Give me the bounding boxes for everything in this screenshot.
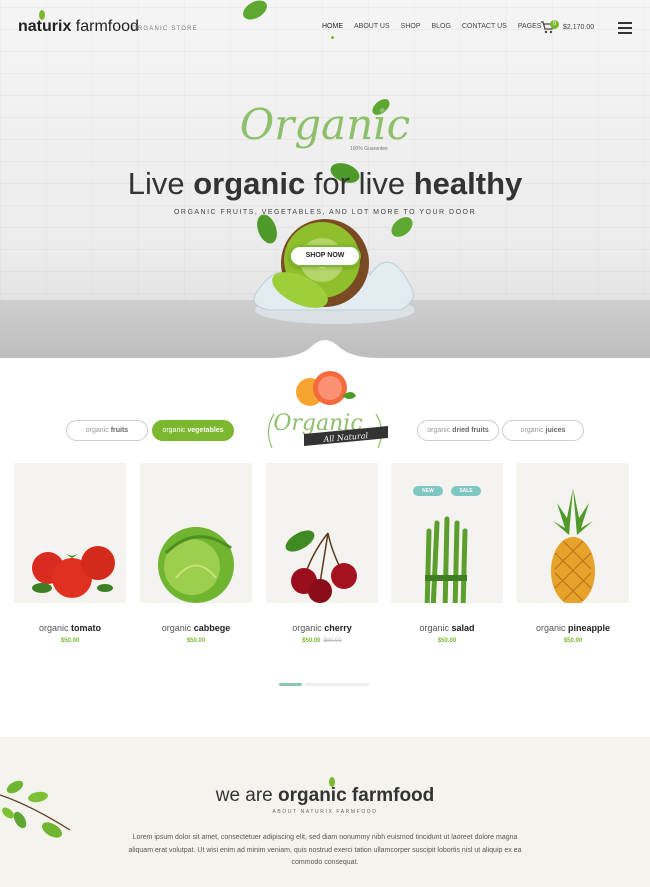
about-subtitle: ABOUT NATURIX FARMFOOD <box>272 809 378 815</box>
product-price: $50.00 <box>186 638 206 644</box>
product-name: organic salad <box>419 623 475 633</box>
logo-light: farmfood <box>75 18 139 35</box>
product-price: $50.00 <box>563 638 583 644</box>
product-name: organic pineapple <box>535 623 611 633</box>
about-title: we are organic farmfood <box>215 785 435 806</box>
filter-juices[interactable]: organic juices <box>502 420 584 441</box>
carousel-pagination[interactable] <box>279 683 369 687</box>
kiwi-splash-image <box>253 219 415 324</box>
cherry-image <box>285 530 357 603</box>
hamburger-menu-icon[interactable] <box>618 22 632 34</box>
logo[interactable]: naturix farmfood <box>18 18 139 36</box>
nav-about-us[interactable]: ABOUT US <box>354 23 390 30</box>
cart-total[interactable]: $2,170.00 <box>563 24 594 31</box>
nav-shop[interactable]: SHOP <box>401 23 421 30</box>
site-header: naturix farmfood ORGANIC STORE HOME ABOU… <box>0 0 650 56</box>
filter-fruits[interactable]: organic fruits <box>66 420 148 441</box>
cart-count-badge: 0 <box>550 20 559 29</box>
product-price: $50.00 <box>60 638 80 644</box>
product-price: $50.00 <box>437 638 457 644</box>
product-name: organic cherry <box>292 623 352 633</box>
about-description: Lorem ipsum dolor sit amet, consectetuer… <box>128 834 522 866</box>
carousel-track[interactable] <box>305 683 369 686</box>
asparagus-image <box>424 516 468 603</box>
shop-now-button[interactable]: SHOP NOW <box>289 245 361 267</box>
nav-contact-us[interactable]: CONTACT US <box>462 23 507 30</box>
filter-vegetables[interactable]: organic vegetables <box>152 420 234 441</box>
hero-curve <box>0 340 650 370</box>
nav-home[interactable]: HOME <box>322 23 343 39</box>
carousel-dot-active[interactable] <box>279 683 302 686</box>
nav-blog[interactable]: BLOG <box>432 23 451 30</box>
filter-dried-fruits[interactable]: organic dried fruits <box>417 420 499 441</box>
guarantee-text: 100% Guarantee <box>350 146 388 152</box>
logo-bold: naturix <box>18 18 72 35</box>
nav-pages[interactable]: PAGES <box>518 23 542 30</box>
organic-all-natural-badge: Organic All Natural <box>267 411 388 449</box>
tomato-image <box>32 546 115 598</box>
main-nav: HOME ABOUT US SHOP BLOG CONTACT US PAGES <box>322 23 542 39</box>
pineapple-image <box>551 488 595 603</box>
product-name: organic tomato <box>38 623 102 633</box>
hero-title: Live organic for live healthy <box>127 166 523 201</box>
cabbage-image <box>158 527 234 603</box>
tagline: ORGANIC STORE <box>132 26 198 32</box>
product-price: $50.00 $60.00 <box>302 638 342 644</box>
product-name: organic cabbege <box>161 623 231 633</box>
hero-script-title: Organic <box>239 100 411 149</box>
